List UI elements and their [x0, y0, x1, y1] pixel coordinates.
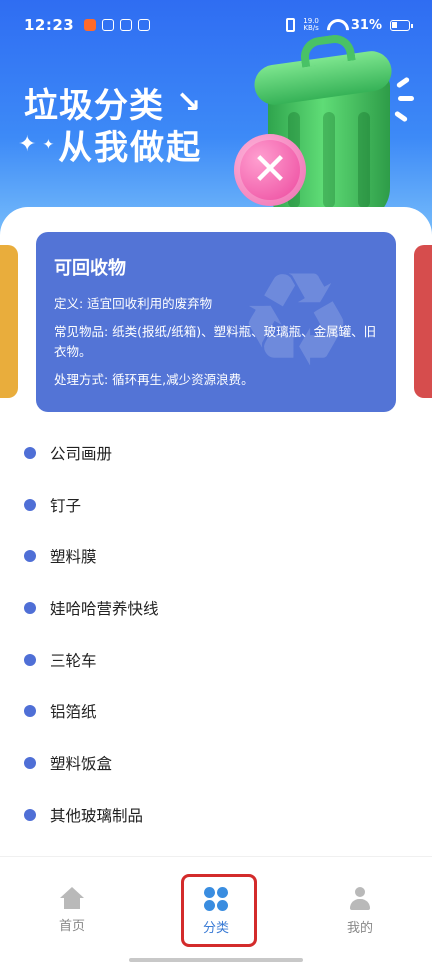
- list-item-label: 其他玻璃制品: [50, 806, 144, 825]
- trash-can-illustration: ✕: [234, 32, 418, 222]
- card-peek-left[interactable]: [0, 245, 18, 398]
- hero-title-line2: ✦ ✦ 从我做起: [18, 120, 202, 169]
- list-item[interactable]: 公司画册: [0, 427, 432, 479]
- tab-mine[interactable]: 我的: [310, 887, 410, 964]
- spark-lines-icon: [386, 72, 418, 132]
- active-tab-highlight: [181, 874, 257, 947]
- bullet-icon: [24, 756, 36, 769]
- card-peek-right[interactable]: [414, 245, 432, 398]
- tab-home-label: 首页: [58, 919, 85, 934]
- list-item[interactable]: 塑料膜: [0, 530, 432, 582]
- list-item[interactable]: 塑料饭盒: [0, 737, 432, 789]
- list-item-label: 塑料饭盒: [50, 754, 113, 773]
- tab-mine-label: 我的: [346, 921, 373, 936]
- list-item[interactable]: 三轮车: [0, 634, 432, 686]
- list-item-label: 钉子: [50, 496, 82, 515]
- card-common-items: 常见物品: 纸类(报纸/纸箱)、塑料瓶、玻璃瓶、金属罐、旧衣物。: [54, 324, 377, 359]
- card-title: 可回收物: [54, 258, 126, 279]
- tab-home[interactable]: 首页: [22, 887, 122, 964]
- list-item-label: 塑料膜: [50, 548, 97, 567]
- notification-shop-icon: [102, 19, 115, 31]
- home-icon: [60, 887, 84, 909]
- notification-play-icon: [138, 19, 151, 31]
- status-time: 12:23: [24, 16, 75, 34]
- bullet-icon: [24, 601, 36, 614]
- sparkle-small-icon: ✦: [42, 136, 55, 153]
- arrow-down-right-icon: ↘: [176, 85, 203, 120]
- bullet-icon: [24, 653, 36, 666]
- list-item[interactable]: 娃哈哈营养快线: [0, 582, 432, 634]
- card-definition: 定义: 适宜回收利用的废弃物: [54, 296, 213, 311]
- bullet-icon: [24, 705, 36, 718]
- home-indicator[interactable]: [129, 958, 303, 962]
- list-item[interactable]: 铝箔纸: [0, 685, 432, 737]
- list-item[interactable]: 钉子: [0, 479, 432, 531]
- hero-title-line2-text: 从我做起: [52, 120, 203, 169]
- bullet-icon: [24, 446, 36, 459]
- list-item-label: 公司画册: [50, 444, 113, 463]
- hero-title-line2-label: 从我做起: [58, 128, 203, 168]
- wifi-icon: [327, 19, 343, 31]
- bullet-icon: [24, 498, 36, 511]
- item-list: 公司画册 钉子 塑料膜 娃哈哈营养快线 三轮车 铝箔纸 塑料饭盒 其他玻璃制品: [0, 427, 432, 841]
- vibrate-icon: [286, 18, 296, 32]
- sparkle-icon: ✦: [18, 132, 37, 157]
- bullet-icon: [24, 808, 36, 821]
- notification-mail-icon: [120, 19, 133, 31]
- card-treatment: 处理方式: 循环再生,减少资源浪费。: [54, 372, 254, 387]
- notification-app-icon: [84, 19, 97, 31]
- close-badge-icon: ✕: [234, 134, 306, 206]
- status-left: 12:23: [24, 16, 151, 34]
- category-card-recyclable[interactable]: ♻ 可回收物 定义: 适宜回收利用的废弃物 常见物品: 纸类(报纸/纸箱)、塑料…: [36, 232, 396, 412]
- battery-icon: [390, 19, 413, 31]
- user-icon: [348, 887, 372, 911]
- battery-percent: 31%: [350, 17, 382, 33]
- net-speed: 19.0 KB/s: [303, 18, 319, 32]
- net-speed-unit: KB/s: [303, 24, 319, 32]
- list-item-label: 娃哈哈营养快线: [50, 599, 159, 618]
- bullet-icon: [24, 550, 36, 563]
- list-item-label: 三轮车: [50, 651, 97, 670]
- list-item[interactable]: 其他玻璃制品: [0, 789, 432, 841]
- status-right: 19.0 KB/s 31%: [286, 17, 413, 33]
- list-item-label: 铝箔纸: [50, 703, 97, 722]
